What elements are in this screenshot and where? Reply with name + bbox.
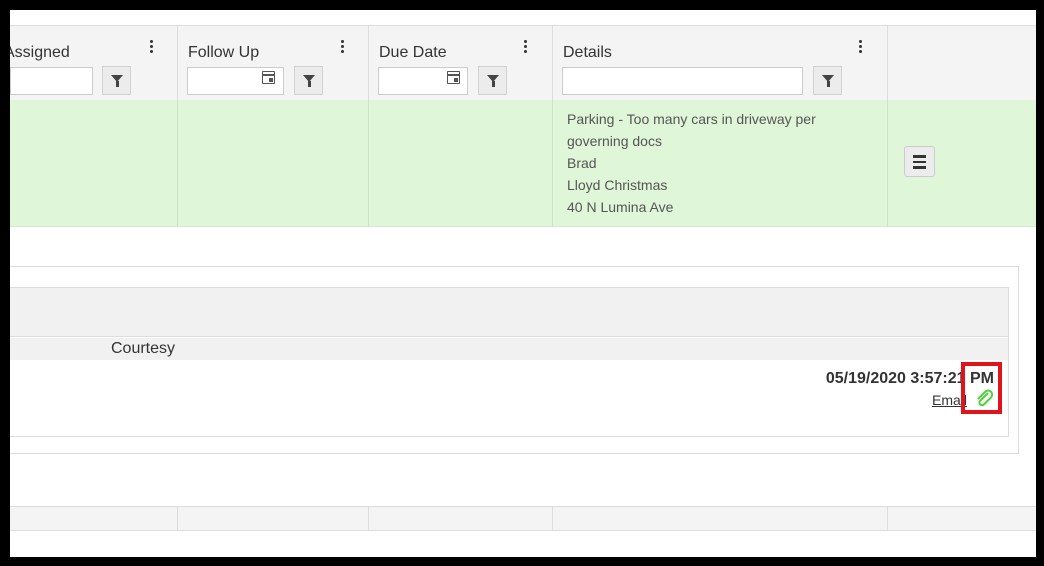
filter-button-due-date[interactable] bbox=[478, 66, 507, 95]
cell-follow-up bbox=[178, 100, 369, 226]
grid-filter-row bbox=[10, 65, 1036, 101]
column-title-assigned: Assigned bbox=[10, 44, 70, 61]
funnel-icon bbox=[487, 75, 499, 87]
filter-cell-details bbox=[553, 65, 888, 100]
table-row[interactable]: Parking - Too many cars in driveway per … bbox=[10, 100, 1036, 227]
column-title-follow-up: Follow Up bbox=[188, 44, 260, 61]
footer-cell bbox=[10, 507, 178, 530]
filter-input-details[interactable] bbox=[562, 67, 803, 95]
column-title-due-date: Due Date bbox=[379, 44, 447, 61]
grid-screen: Assigned Follow Up Due Date Details Park… bbox=[10, 10, 1036, 557]
footer-cell bbox=[178, 507, 369, 530]
column-menu-assigned-icon[interactable] bbox=[146, 38, 156, 58]
grid-footer-row bbox=[10, 506, 1036, 531]
filter-button-follow-up[interactable] bbox=[294, 66, 323, 95]
calendar-icon[interactable] bbox=[447, 71, 460, 84]
cell-actions bbox=[888, 100, 1036, 226]
annotation-highlight-box bbox=[961, 362, 1002, 414]
funnel-icon bbox=[303, 75, 315, 87]
funnel-icon bbox=[111, 75, 123, 87]
filter-button-assigned[interactable] bbox=[102, 66, 131, 95]
footer-cell bbox=[888, 507, 1036, 530]
details-line-owner: Lloyd Christmas bbox=[567, 177, 668, 193]
column-menu-details-icon[interactable] bbox=[855, 38, 865, 58]
details-line-reporter: Brad bbox=[567, 155, 597, 171]
filter-cell-assigned bbox=[10, 65, 178, 100]
filter-button-details[interactable] bbox=[813, 66, 842, 95]
filter-cell-actions bbox=[888, 65, 1036, 100]
column-menu-due-date-icon[interactable] bbox=[520, 38, 530, 58]
cell-due-date bbox=[369, 100, 553, 226]
funnel-icon bbox=[822, 75, 834, 87]
footer-cell bbox=[553, 507, 888, 530]
column-menu-follow-up-icon[interactable] bbox=[337, 38, 347, 58]
grid-header-row: Assigned Follow Up Due Date Details bbox=[10, 25, 1036, 67]
cell-assigned bbox=[10, 100, 178, 226]
column-header-details[interactable]: Details bbox=[553, 26, 888, 66]
column-header-assigned[interactable]: Assigned bbox=[10, 26, 178, 66]
letters-grid: Courtesy 05/19/2020 3:57:21 PM Email bbox=[10, 287, 1009, 437]
details-line-description-cont: governing docs bbox=[567, 133, 662, 149]
filter-cell-follow-up bbox=[178, 65, 369, 100]
column-header-actions bbox=[888, 26, 1036, 66]
letter-type-label: Courtesy bbox=[111, 340, 176, 357]
details-text: Parking - Too many cars in driveway per … bbox=[567, 108, 816, 218]
column-header-follow-up[interactable]: Follow Up bbox=[178, 26, 369, 66]
calendar-icon[interactable] bbox=[262, 71, 275, 84]
column-title-details: Details bbox=[563, 44, 612, 61]
footer-cell bbox=[369, 507, 553, 530]
cell-details: Parking - Too many cars in driveway per … bbox=[553, 100, 888, 226]
details-line-address: 40 N Lumina Ave bbox=[567, 199, 674, 215]
letters-grid-group-row: Courtesy bbox=[10, 338, 1008, 360]
filter-input-assigned[interactable] bbox=[10, 67, 93, 95]
column-header-due-date[interactable]: Due Date bbox=[369, 26, 553, 66]
letters-grid-toolbar bbox=[10, 288, 1008, 337]
row-menu-button[interactable] bbox=[904, 146, 935, 177]
detail-panel: Courtesy 05/19/2020 3:57:21 PM Email bbox=[10, 266, 1019, 454]
details-line-description: Parking - Too many cars in driveway per bbox=[567, 111, 816, 127]
filter-cell-due-date bbox=[369, 65, 553, 100]
